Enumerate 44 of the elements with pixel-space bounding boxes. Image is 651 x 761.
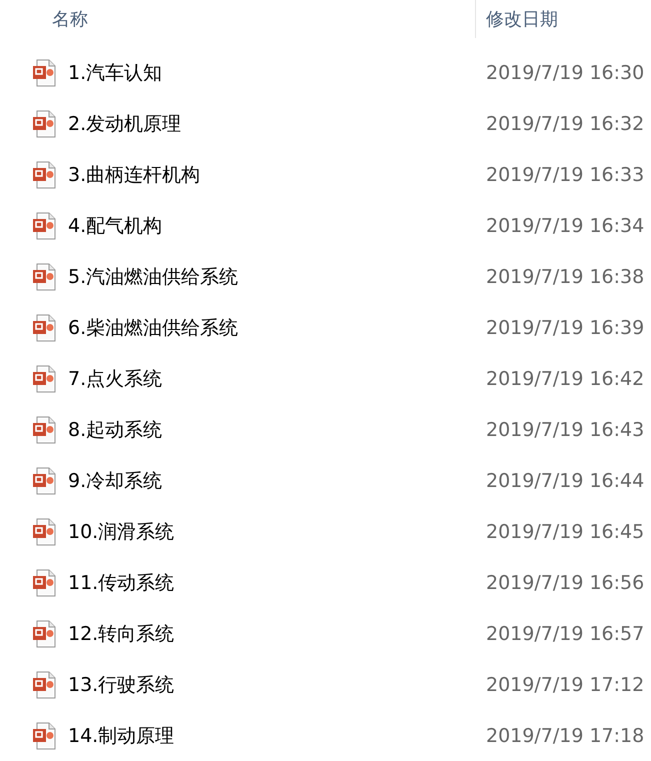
modified-date: 2019/7/19 16:45 — [486, 520, 646, 542]
file-name[interactable]: 6.柴油燃油供给系统 — [68, 314, 238, 340]
file-name[interactable]: 4.配气机构 — [68, 212, 162, 238]
modified-date: 2019/7/19 16:32 — [486, 112, 646, 134]
file-name[interactable]: 10.润滑系统 — [68, 518, 174, 544]
presentation-file-icon — [32, 722, 57, 750]
file-name[interactable]: 3.曲柄连杆机构 — [68, 162, 200, 188]
presentation-file-icon — [32, 212, 57, 240]
modified-date: 2019/7/19 16:39 — [486, 316, 646, 338]
presentation-file-icon — [32, 568, 57, 596]
modified-date: 2019/7/19 16:43 — [486, 418, 646, 440]
presentation-file-icon — [32, 262, 57, 290]
presentation-file-icon — [32, 670, 57, 698]
presentation-file-icon — [32, 160, 57, 188]
modified-date: 2019/7/19 16:42 — [486, 368, 646, 390]
modified-date: 2019/7/19 16:38 — [486, 266, 646, 288]
file-name[interactable]: 9.冷却系统 — [68, 468, 162, 494]
modified-date: 2019/7/19 16:30 — [486, 62, 646, 84]
presentation-file-icon — [32, 466, 57, 494]
modified-date: 2019/7/19 16:56 — [486, 572, 646, 594]
presentation-file-icon — [32, 110, 57, 138]
modified-date: 2019/7/19 16:33 — [486, 164, 646, 186]
column-header[interactable]: 修改日期 — [486, 7, 558, 31]
presentation-file-icon — [32, 620, 57, 648]
presentation-file-icon — [32, 58, 57, 86]
file-name[interactable]: 13.行驶系统 — [68, 672, 174, 698]
presentation-file-icon — [32, 314, 57, 342]
file-name[interactable]: 1.汽车认知 — [68, 60, 162, 86]
file-name[interactable]: 7.点火系统 — [68, 366, 162, 392]
file-name[interactable]: 5.汽油燃油供给系统 — [68, 264, 238, 290]
modified-date: 2019/7/19 17:18 — [486, 724, 646, 746]
presentation-file-icon — [32, 364, 57, 392]
modified-date: 2019/7/19 16:57 — [486, 622, 646, 644]
modified-date: 2019/7/19 17:12 — [486, 674, 646, 696]
presentation-file-icon — [32, 518, 57, 546]
file-name[interactable]: 12.转向系统 — [68, 620, 174, 646]
presentation-file-icon — [32, 416, 57, 444]
file-name[interactable]: 14.制动原理 — [68, 722, 174, 748]
column-header[interactable]: 名称 — [52, 7, 88, 31]
file-name[interactable]: 2.发动机原理 — [68, 110, 182, 136]
file-name[interactable]: 8.起动系统 — [68, 416, 162, 442]
modified-date: 2019/7/19 16:34 — [486, 214, 646, 236]
modified-date: 2019/7/19 16:44 — [486, 470, 646, 492]
file-name[interactable]: 11.传动系统 — [68, 570, 174, 596]
